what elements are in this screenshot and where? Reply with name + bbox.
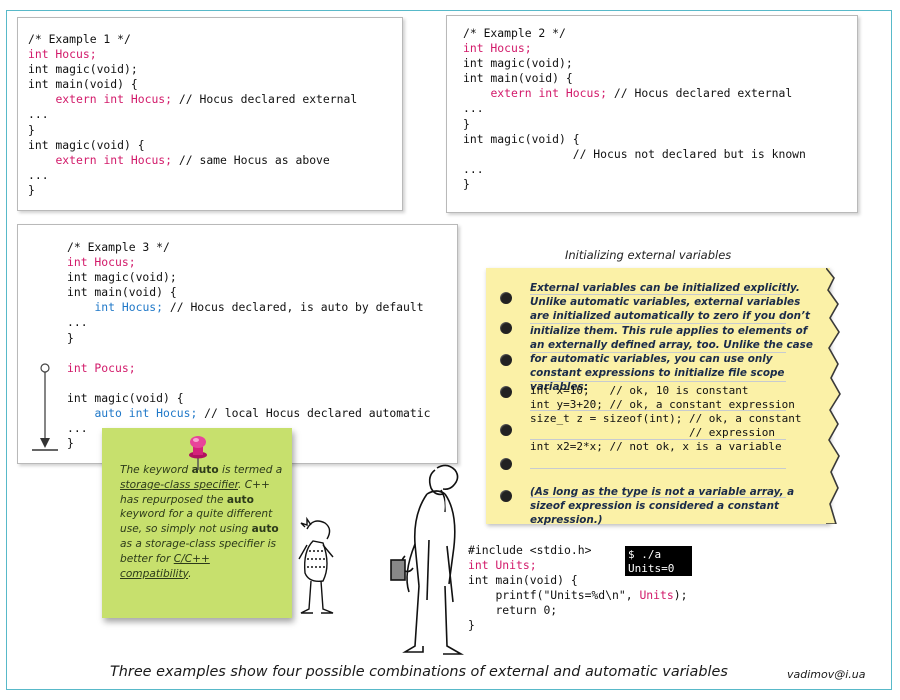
units-include: #include <stdio.h> [468, 543, 592, 557]
terminal-result: Units=0 [628, 562, 675, 575]
note-hole [500, 354, 512, 366]
ex3-int-hocus: int Hocus; [67, 255, 136, 270]
ex2-comment: /* Example 2 */ [463, 26, 566, 40]
ex1-close1: } [28, 122, 35, 137]
init-note-paper: External variables can be initialized ex… [486, 268, 841, 526]
ex1-magic-def: int magic(void) { [28, 137, 145, 152]
push-pin-icon [189, 436, 207, 470]
ex3-auto-kw-comment: // local Hocus declared automatic [204, 406, 431, 421]
ex2-close2: } [463, 176, 470, 191]
sticky-text-part: keyword for a quite different use, so si… [120, 508, 273, 536]
units-main: int main(void) { [468, 573, 578, 588]
ex2-ellipsis1: ... [463, 101, 484, 116]
ex3-int-pocus: int Pocus; [67, 360, 136, 375]
ex3-auto-hocus: int Hocus; [94, 300, 164, 315]
note-hole [500, 292, 512, 304]
ex1-extern2-comment: // same Hocus as above [178, 152, 330, 167]
ex3-main: int main(void) { [67, 285, 177, 300]
init-note-title: Initializing external variables [565, 248, 732, 262]
terminal-command: $ ./a [628, 548, 662, 561]
ex1-close2: } [28, 182, 35, 197]
init-code-line: int x=10; // ok, 10 is constant [530, 384, 749, 397]
units-printf-post: ); [673, 588, 688, 603]
note-hole [500, 490, 512, 502]
example3-code: /* Example 3 */ int Hocus; int magic(voi… [67, 240, 430, 451]
sticky-note-text: The keyword auto is termed a storage-cla… [120, 463, 284, 581]
example2-code: /* Example 2 */ int Hocus; int magic(voi… [463, 26, 806, 192]
note-hole [500, 458, 512, 470]
note-hole [500, 322, 512, 334]
author-email: vadimov@i.ua [787, 668, 866, 681]
ruled-line [530, 468, 786, 469]
sticky-text-part: The keyword [120, 464, 192, 476]
units-int-units: int Units; [468, 558, 537, 573]
ex3-ellipsis2: ... [67, 421, 88, 436]
ex2-known-comment: // Hocus not declared but is known [572, 146, 806, 161]
ex1-magic-decl: int magic(void); [28, 62, 138, 77]
ex1-ellipsis2: ... [28, 167, 49, 182]
init-code-line: // expression [530, 426, 776, 439]
units-return: return 0; [495, 603, 558, 618]
ex1-extern2: extern int Hocus; [55, 152, 173, 167]
ex2-ellipsis2: ... [463, 161, 484, 176]
units-printf-pre: printf("Units=%d\n", [495, 588, 640, 603]
child-illustration [298, 516, 334, 614]
ex1-int-hocus: int Hocus; [28, 47, 97, 62]
sticky-auto-keyword: auto [251, 523, 279, 536]
ex3-magic-decl: int magic(void); [67, 270, 177, 285]
ex3-comment: /* Example 3 */ [67, 240, 170, 254]
man-illustration [390, 464, 465, 655]
init-note-paragraph: External variables can be initialized ex… [530, 282, 813, 394]
ex1-extern-comment: // Hocus declared external [178, 92, 358, 107]
ex3-auto-comment: // Hocus declared, is auto by default [169, 300, 424, 315]
scope-arrow [32, 363, 58, 451]
ex2-extern-comment: // Hocus declared external [613, 86, 793, 101]
ex3-close1: } [67, 330, 74, 345]
sticky-text-part: . [188, 567, 192, 580]
sticky-text-part: is termed a [218, 464, 283, 476]
init-code-line: int x2=2*x; // not ok, x is a variable [530, 440, 782, 453]
init-code-line: int y=3+20; // ok, a constant expression [530, 398, 795, 411]
torn-edge [826, 268, 841, 524]
ex1-main: int main(void) { [28, 77, 138, 92]
terminal-output: $ ./a Units=0 [625, 546, 692, 576]
figure-caption: Three examples show four possible combin… [110, 664, 728, 680]
ex3-ellipsis1: ... [67, 315, 88, 330]
note-hole [500, 424, 512, 436]
ex2-magic-def: int magic(void) { [463, 131, 580, 146]
ex1-comment: /* Example 1 */ [28, 32, 131, 46]
init-code-line: size_t z = sizeof(int); // ok, a constan… [530, 412, 802, 425]
ex2-main: int main(void) { [463, 71, 573, 86]
ex2-extern: extern int Hocus; [490, 86, 608, 101]
sticky-auto-keyword: auto [226, 493, 254, 506]
example1-code: /* Example 1 */ int Hocus; int magic(voi… [28, 32, 357, 198]
ex2-magic-decl: int magic(void); [463, 56, 573, 71]
note-hole [500, 386, 512, 398]
example2-panel: /* Example 2 */ int Hocus; int magic(voi… [446, 15, 858, 213]
example1-panel: /* Example 1 */ int Hocus; int magic(voi… [17, 17, 403, 211]
ex3-magic-def: int magic(void) { [67, 390, 184, 405]
ex2-int-hocus: int Hocus; [463, 41, 532, 56]
storage-class-link[interactable]: storage-class specifier [120, 479, 238, 491]
ex3-auto-kw: auto int Hocus; [94, 406, 198, 421]
ex2-close1: } [463, 116, 470, 131]
ex3-close2: } [67, 436, 74, 451]
units-printf-arg: Units [639, 588, 674, 603]
ex1-ellipsis1: ... [28, 107, 49, 122]
units-close: } [468, 618, 475, 633]
ex1-extern: extern int Hocus; [55, 92, 173, 107]
init-note-footer: (As long as the type is not a variable a… [530, 486, 795, 527]
